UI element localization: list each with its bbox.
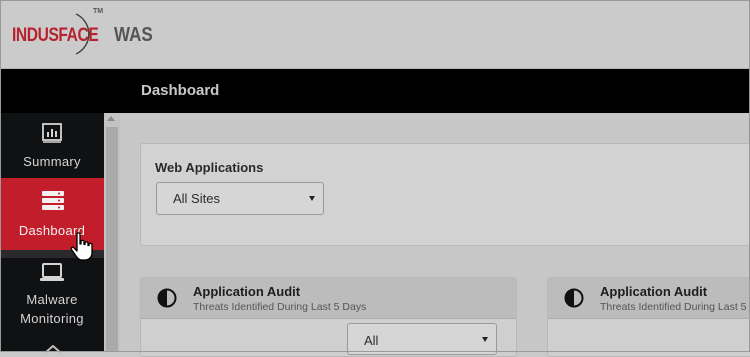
- card-title: Application Audit: [600, 284, 708, 299]
- select-value: All: [364, 333, 379, 348]
- sidebar-item-malware-monitoring[interactable]: Malware Monitoring: [0, 258, 104, 328]
- summary-chart-icon: [42, 123, 62, 143]
- application-audit-card: Application Audit Threats Identified Dur…: [547, 277, 750, 357]
- application-audit-card: Application Audit Threats Identified Dur…: [140, 277, 517, 357]
- chevron-down-icon: [309, 196, 315, 201]
- chevron-down-icon: [482, 337, 488, 342]
- web-applications-select[interactable]: All Sites: [156, 182, 324, 215]
- scroll-up-arrow-icon[interactable]: [107, 116, 115, 121]
- web-applications-label: Web Applications: [155, 160, 264, 175]
- sidebar-item-summary[interactable]: Summary: [0, 113, 104, 177]
- sidebar: Summary Dashboard Malware Monitoring: [0, 113, 104, 353]
- scrollbar-thumb[interactable]: [106, 127, 118, 352]
- page-title: Dashboard: [141, 82, 220, 99]
- laptop-icon: [40, 263, 64, 281]
- contrast-half-circle-icon: [564, 288, 584, 308]
- contrast-half-circle-icon: [157, 288, 177, 308]
- sidebar-item-label: Summary: [23, 154, 81, 169]
- sidebar-item-label: Malware Monitoring: [20, 292, 84, 326]
- logo-arc-icon: [75, 13, 90, 55]
- card-subtitle: Threats Identified During Last 5 Days: [193, 301, 367, 313]
- server-stack-icon: [42, 191, 64, 210]
- sidebar-scrollbar[interactable]: [104, 113, 120, 352]
- select-value: All Sites: [173, 191, 220, 206]
- card-header: Application Audit Threats Identified Dur…: [548, 278, 750, 319]
- hand-pointer-cursor-icon: [70, 232, 93, 261]
- threat-filter-select[interactable]: All: [347, 323, 497, 355]
- card-subtitle: Threats Identified During Last 5 Days: [600, 301, 750, 313]
- logo-product-text: WAS: [114, 24, 153, 46]
- page-titlebar: Dashboard: [0, 69, 750, 113]
- card-header: Application Audit Threats Identified Dur…: [141, 278, 516, 319]
- card-title: Application Audit: [193, 284, 301, 299]
- app-header: INDUSFACE TM WAS: [0, 0, 750, 69]
- main-content: Web Applications All Sites Application A…: [120, 113, 750, 357]
- web-applications-card: Web Applications All Sites: [140, 143, 750, 246]
